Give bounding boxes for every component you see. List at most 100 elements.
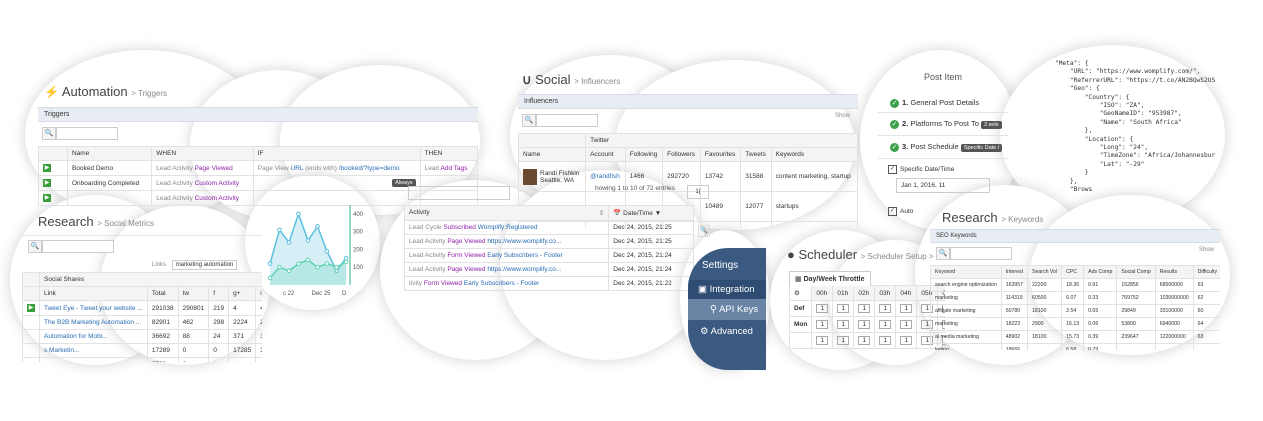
col-if[interactable]: IF	[252, 146, 421, 161]
activity-target[interactable]: Early Subscribers - Footer	[464, 280, 540, 287]
activity-target[interactable]: https://www.womplify.co...	[487, 266, 561, 273]
col-ads-comp[interactable]: Ads Comp	[1083, 265, 1118, 279]
col-difficulty[interactable]: Difficulty	[1192, 265, 1220, 279]
filter-input[interactable]: marketing automation	[171, 260, 238, 270]
col-gplus[interactable]: g+	[228, 286, 257, 301]
throttle-input[interactable]: 1	[900, 320, 913, 329]
table-row[interactable]: al media marketing 48902 18100 15.73 0.39 239…	[930, 330, 1220, 344]
series-1-point[interactable]	[296, 261, 301, 266]
series-1-point[interactable]	[286, 268, 292, 274]
throttle-input[interactable]: 1	[879, 320, 892, 329]
activity-target[interactable]: Womplify:Registered	[478, 224, 538, 231]
throttle-input[interactable]: 1	[879, 336, 892, 345]
table-row[interactable]: search engine optimization 163957 22200 18.…	[930, 278, 1220, 292]
throttle-input[interactable]: 1	[900, 336, 913, 345]
series-1-point[interactable]	[315, 264, 320, 270]
checkbox-checked-icon[interactable]: ✓	[888, 165, 897, 174]
link-cell[interactable]	[39, 357, 148, 362]
menu-item-integration[interactable]: ▣ Integration	[688, 280, 766, 299]
influencers-search-input[interactable]	[536, 114, 598, 128]
checkbox-checked-icon[interactable]: ✓	[888, 207, 897, 216]
activity-search-input[interactable]	[408, 186, 510, 200]
activity-target[interactable]: https://www.womplify.co...	[487, 238, 561, 245]
col-link[interactable]: Link	[39, 286, 148, 301]
throttle-input[interactable]: 1	[816, 320, 829, 329]
series-1-point[interactable]	[277, 264, 282, 270]
col-social-comp[interactable]: Social Comp	[1116, 265, 1156, 279]
search-icon[interactable]: 🔍	[28, 240, 42, 254]
col-facebook[interactable]: f	[208, 286, 230, 301]
triggers-search-input[interactable]	[56, 127, 118, 141]
step-general[interactable]: ✓ 1. General Post Details	[878, 94, 1008, 113]
step-platforms[interactable]: ✓ 2. Platforms To Post To 3 sele	[878, 113, 1008, 136]
series-0-point[interactable]	[286, 240, 292, 245]
throttle-input[interactable]: 1	[858, 304, 871, 313]
col-tweets[interactable]: Tweets	[740, 147, 772, 162]
link-cell[interactable]: The B2B Marketing Automation ...	[39, 315, 148, 330]
search-icon[interactable]: 🔍	[698, 225, 710, 237]
col-followers[interactable]: Followers	[662, 147, 701, 162]
col-results[interactable]: Results	[1154, 265, 1194, 279]
col-favourites[interactable]: Favourites	[699, 147, 742, 162]
table-row[interactable]: s Marketin...1728900172853	[22, 343, 262, 358]
play-icon[interactable]: ▶	[43, 179, 51, 187]
throttle-input[interactable]: 1	[879, 304, 892, 313]
menu-item-api-keys[interactable]: ⚲ API Keys	[688, 299, 766, 320]
series-0-point[interactable]	[267, 261, 273, 266]
table-row[interactable]: marketing 18223 2900 16.13 0.06 53800 6940000 6…	[930, 317, 1220, 331]
table-row[interactable]: keting 18666 6.58 0.79	[930, 343, 1220, 350]
series-0-point[interactable]	[305, 238, 311, 243]
date-time-input[interactable]: Jan 1, 2016, 11	[896, 178, 990, 193]
col-following[interactable]: Following	[624, 147, 664, 162]
table-row[interactable]: 97390	[22, 357, 262, 362]
col-account[interactable]: Account	[585, 147, 626, 162]
search-icon[interactable]: 🔍	[936, 247, 950, 261]
menu-item-advanced[interactable]: ⚙ Advanced	[688, 320, 766, 341]
throttle-input[interactable]: 1	[837, 336, 850, 345]
specific-date-option[interactable]: ✓ Specific Date/Time	[878, 159, 1008, 176]
col-then[interactable]: THEN	[419, 146, 478, 161]
table-row[interactable]: ▶ Tweet Eye - Tweet your website ... 29103…	[22, 300, 262, 316]
step-schedule[interactable]: ✓ 3. Post Schedule Specific Date /	[878, 136, 1008, 159]
throttle-input[interactable]: 1	[816, 336, 829, 345]
throttle-input[interactable]: 1	[858, 336, 871, 345]
series-0-point[interactable]	[277, 227, 282, 233]
col-activity[interactable]: Activity ⇕	[403, 205, 610, 221]
series-1-point[interactable]	[324, 261, 330, 266]
series-1-point[interactable]	[343, 259, 349, 265]
series-1-point[interactable]	[334, 264, 339, 270]
col-name[interactable]: Name	[518, 147, 587, 162]
col-date[interactable]: 📅 Date/Time ▼	[608, 205, 694, 221]
throttle-input[interactable]: 1	[816, 304, 829, 313]
throttle-input[interactable]: 1	[837, 320, 850, 329]
col-keywords[interactable]: Keywords	[770, 147, 858, 162]
table-row[interactable]: Lead Activity Page Viewed https://www.wo…	[403, 262, 694, 277]
col-twitter[interactable]: tw	[177, 286, 210, 301]
tab-day-week-throttle[interactable]: ▦ Day/Week Throttle	[789, 271, 871, 286]
col-total[interactable]: Total	[146, 286, 179, 301]
series-0-point[interactable]	[296, 211, 301, 217]
table-row[interactable]: marketing 114319 60500 6.07 0.33 769752 103000…	[930, 291, 1220, 305]
table-row[interactable]: Lead Cycle Subscribed Womplify:Registere…	[403, 220, 694, 235]
col-name[interactable]: Name	[66, 146, 153, 161]
keywords-search-input[interactable]	[950, 247, 1012, 261]
table-row[interactable]: Automation for Mobi...3669288243713410	[22, 329, 262, 344]
col-search-vol[interactable]: Search Vol	[1027, 265, 1063, 279]
table-row[interactable]: Lead Activity Form Viewed Early Subscrib…	[403, 248, 694, 263]
throttle-input[interactable]: 1	[900, 304, 913, 313]
throttle-input[interactable]: 1	[837, 304, 850, 313]
table-row[interactable]: affiliate marketing 50780 18100 2.54 0.65 298…	[930, 304, 1220, 318]
col-when[interactable]: WHEN	[151, 146, 254, 161]
col-interest[interactable]: Interest	[1000, 265, 1029, 279]
play-icon[interactable]: ▶	[43, 194, 51, 202]
series-1-point[interactable]	[305, 257, 311, 263]
search-icon[interactable]: 🔍	[42, 127, 56, 141]
series-1-point[interactable]	[267, 275, 273, 281]
research-search-input[interactable]	[42, 240, 114, 254]
link-cell[interactable]: s Marketin...	[39, 343, 148, 358]
table-row[interactable]: Lead Activity Page Viewed https://www.wo…	[403, 234, 694, 249]
col-cpc[interactable]: CPC	[1061, 265, 1085, 279]
link-cell[interactable]: Automation for Mobi...	[39, 329, 148, 344]
page-size-select[interactable]: 1(	[687, 185, 709, 199]
search-icon[interactable]: 🔍	[522, 114, 536, 128]
